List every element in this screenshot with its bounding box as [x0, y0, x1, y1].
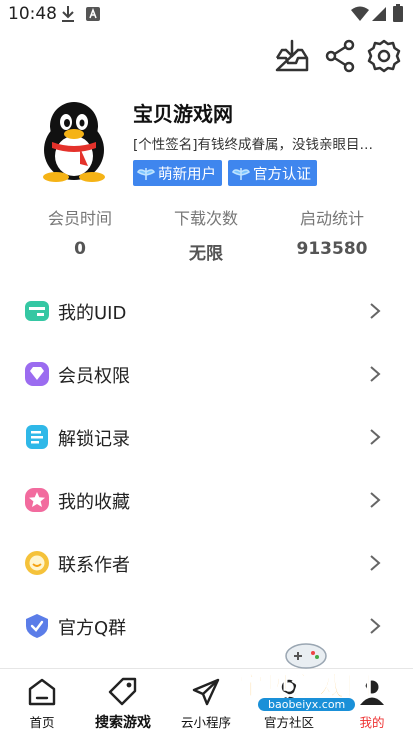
menu-label: 我的收藏 [58, 492, 130, 513]
status-time: 10:48 [8, 4, 57, 24]
signature: [个性签名]有钱终成眷属，没钱亲眼目… [133, 137, 374, 153]
menu-label: 我的UID [58, 303, 127, 324]
badge-wings-icon [232, 168, 250, 180]
stat-launch-count: 启动统计 913580 [277, 205, 387, 259]
smile-icon [25, 551, 49, 575]
stat-label: 下载次数 [173, 209, 238, 228]
menu-item-unlock-records[interactable]: 解锁记录 [0, 406, 413, 468]
stat-value: 无限 [189, 244, 223, 264]
app-notification-icon [86, 7, 100, 21]
stat-value: 0 [74, 239, 86, 259]
badge-label: 官方认证 [253, 166, 311, 183]
paper-plane-icon [192, 678, 220, 706]
menu-item-uid[interactable]: 我的UID [0, 280, 413, 342]
status-bar: 10:48 [0, 0, 413, 30]
nav-label: 我的 [359, 715, 385, 730]
stat-value: 913580 [296, 239, 368, 259]
share-icon[interactable] [322, 38, 358, 74]
menu-item-favorites[interactable]: 我的收藏 [0, 469, 413, 531]
nav-search-games[interactable]: 搜索游戏 [83, 676, 163, 734]
nav-label: 搜索游戏 [95, 715, 151, 731]
menu-label: 联系作者 [58, 555, 130, 576]
avatar-penguin-icon[interactable] [38, 100, 110, 182]
download-box-icon[interactable] [274, 38, 310, 74]
signal-icon [372, 7, 386, 21]
menu-label: 会员权限 [58, 366, 130, 387]
chevron-right-icon [370, 618, 381, 634]
nav-home[interactable]: 首页 [2, 676, 82, 734]
badge-newbie: 萌新用户 [133, 160, 222, 186]
bottom-nav-divider [0, 668, 413, 669]
diamond-icon [25, 362, 49, 386]
battery-icon [393, 4, 403, 22]
stat-download-count: 下载次数 无限 [151, 205, 261, 264]
menu-label: 官方Q群 [58, 618, 127, 639]
community-icon [277, 679, 301, 705]
username: 宝贝游戏网 [133, 102, 233, 126]
settings-gear-icon[interactable] [366, 38, 402, 74]
nav-label: 官方社区 [263, 715, 314, 730]
chevron-right-icon [370, 555, 381, 571]
chevron-right-icon [370, 429, 381, 445]
chevron-right-icon [370, 366, 381, 382]
chevron-right-icon [370, 303, 381, 319]
nav-mine[interactable]: 我的 [332, 676, 412, 734]
home-icon [28, 678, 56, 706]
nav-cloud-miniprogram[interactable]: 云小程序 [166, 676, 246, 734]
badge-label: 萌新用户 [158, 166, 216, 183]
user-icon [360, 680, 384, 705]
nav-label: 云小程序 [180, 715, 231, 730]
card-icon [25, 301, 49, 321]
nav-label: 首页 [29, 715, 55, 730]
menu-label: 解锁记录 [58, 429, 130, 450]
wifi-icon [351, 6, 369, 21]
star-icon [25, 488, 49, 512]
download-icon [62, 6, 74, 22]
stat-label: 启动统计 [299, 209, 364, 228]
badge-wings-icon [137, 168, 155, 180]
badge-official: 官方认证 [228, 160, 317, 186]
stat-label: 会员时间 [47, 209, 112, 228]
menu-item-contact-author[interactable]: 联系作者 [0, 532, 413, 594]
tag-icon [108, 677, 137, 706]
menu-item-membership[interactable]: 会员权限 [0, 343, 413, 405]
nav-official-community[interactable]: 官方社区 [249, 676, 329, 734]
shield-check-icon [26, 614, 48, 638]
document-icon [26, 425, 48, 449]
menu-item-official-qq-group[interactable]: 官方Q群 [0, 595, 413, 657]
stat-member-time: 会员时间 0 [25, 205, 135, 259]
chevron-right-icon [370, 492, 381, 508]
